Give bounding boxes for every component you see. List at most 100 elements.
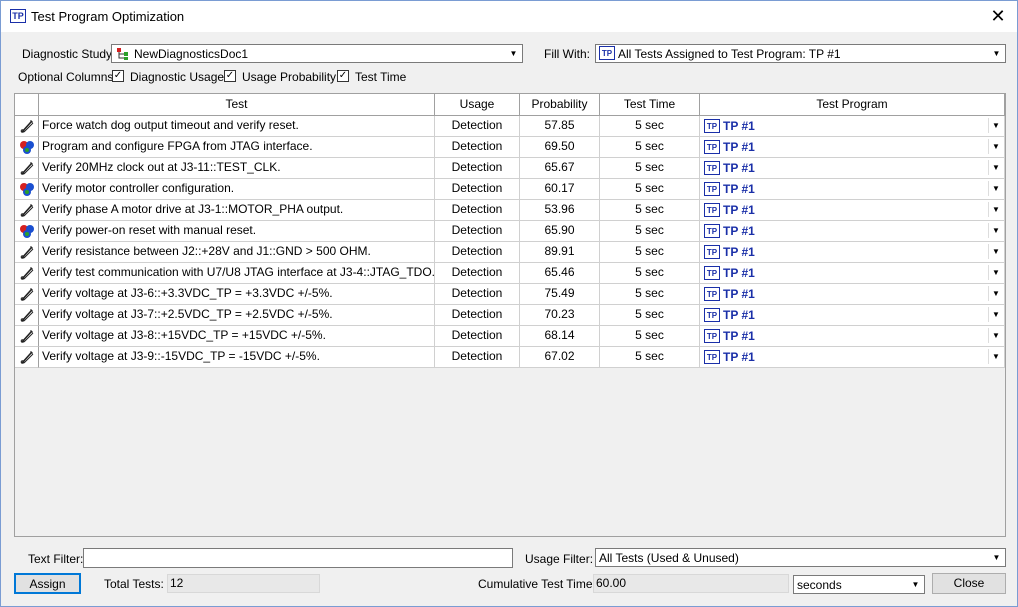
chevron-down-icon[interactable]: ▼ [988,265,1003,280]
probability-cell[interactable]: 57.85 [520,116,600,137]
test-time-checkbox[interactable]: ✓ [337,70,349,82]
probability-cell[interactable]: 70.23 [520,305,600,326]
test-cell[interactable]: Program and configure FPGA from JTAG int… [39,137,435,158]
usage-cell[interactable]: Detection [435,116,520,137]
test-cell[interactable]: Verify power-on reset with manual reset. [39,221,435,242]
column-header-usage[interactable]: Usage [435,94,520,116]
test-program-select[interactable]: TP TP #1 ▼ [700,200,1005,221]
test-program-select[interactable]: TP TP #1 ▼ [700,116,1005,137]
probability-cell[interactable]: 68.14 [520,326,600,347]
probability-cell[interactable]: 65.67 [520,158,600,179]
test-cell[interactable]: Verify voltage at J3-8::+15VDC_TP = +15V… [39,326,435,347]
table-row[interactable]: Verify voltage at J3-7::+2.5VDC_TP = +2.… [15,305,1005,326]
fill-with-select[interactable]: TP All Tests Assigned to Test Program: T… [595,44,1006,63]
chevron-down-icon[interactable]: ▼ [988,286,1003,301]
chevron-down-icon[interactable]: ▼ [988,160,1003,175]
probability-cell[interactable]: 89.91 [520,242,600,263]
time-unit-select[interactable]: seconds ▼ [793,575,925,594]
probability-cell[interactable]: 65.46 [520,263,600,284]
test-program-select[interactable]: TP TP #1 ▼ [700,305,1005,326]
chevron-down-icon[interactable]: ▼ [988,118,1003,133]
usage-cell[interactable]: Detection [435,263,520,284]
text-filter-input[interactable] [83,548,513,568]
probability-cell[interactable]: 60.17 [520,179,600,200]
table-row[interactable]: Verify voltage at J3-8::+15VDC_TP = +15V… [15,326,1005,347]
test-program-select[interactable]: TP TP #1 ▼ [700,326,1005,347]
probability-cell[interactable]: 69.50 [520,137,600,158]
usage-cell[interactable]: Detection [435,158,520,179]
table-row[interactable]: Verify resistance between J2::+28V and J… [15,242,1005,263]
test-cell[interactable]: Verify resistance between J2::+28V and J… [39,242,435,263]
test-cell[interactable]: Verify motor controller configuration. [39,179,435,200]
usage-cell[interactable]: Detection [435,200,520,221]
chevron-down-icon[interactable]: ▼ [988,349,1003,364]
test-time-cell[interactable]: 5 sec [600,179,700,200]
usage-cell[interactable]: Detection [435,284,520,305]
chevron-down-icon[interactable]: ▼ [988,202,1003,217]
test-program-select[interactable]: TP TP #1 ▼ [700,158,1005,179]
test-cell[interactable]: Verify phase A motor drive at J3-1::MOTO… [39,200,435,221]
chevron-down-icon[interactable]: ▼ [506,46,521,61]
table-row[interactable]: Force watch dog output timeout and verif… [15,116,1005,137]
table-row[interactable]: Program and configure FPGA from JTAG int… [15,137,1005,158]
usage-cell[interactable]: Detection [435,137,520,158]
usage-probability-checkbox[interactable]: ✓ [224,70,236,82]
diagnostic-usage-checkbox[interactable]: ✓ [112,70,124,82]
usage-cell[interactable]: Detection [435,221,520,242]
test-cell[interactable]: Verify 20MHz clock out at J3-11::TEST_CL… [39,158,435,179]
usage-cell[interactable]: Detection [435,179,520,200]
test-time-cell[interactable]: 5 sec [600,284,700,305]
probability-cell[interactable]: 53.96 [520,200,600,221]
usage-cell[interactable]: Detection [435,347,520,368]
probability-cell[interactable]: 67.02 [520,347,600,368]
diagnostic-study-select[interactable]: NewDiagnosticsDoc1 ▼ [111,44,523,63]
close-window-icon[interactable]: ✕ [987,5,1009,27]
chevron-down-icon[interactable]: ▼ [908,577,923,592]
assign-button[interactable]: Assign [14,573,81,594]
probability-cell[interactable]: 75.49 [520,284,600,305]
test-cell[interactable]: Verify test communication with U7/U8 JTA… [39,263,435,284]
test-cell[interactable]: Verify voltage at J3-7::+2.5VDC_TP = +2.… [39,305,435,326]
column-header-probability[interactable]: Probability [520,94,600,116]
chevron-down-icon[interactable]: ▼ [988,328,1003,343]
test-time-cell[interactable]: 5 sec [600,137,700,158]
test-time-cell[interactable]: 5 sec [600,263,700,284]
usage-cell[interactable]: Detection [435,242,520,263]
test-program-select[interactable]: TP TP #1 ▼ [700,242,1005,263]
test-program-select[interactable]: TP TP #1 ▼ [700,137,1005,158]
usage-cell[interactable]: Detection [435,305,520,326]
table-row[interactable]: Verify motor controller configuration. De… [15,179,1005,200]
test-cell[interactable]: Force watch dog output timeout and verif… [39,116,435,137]
test-time-cell[interactable]: 5 sec [600,158,700,179]
chevron-down-icon[interactable]: ▼ [988,244,1003,259]
test-program-select[interactable]: TP TP #1 ▼ [700,284,1005,305]
test-time-cell[interactable]: 5 sec [600,116,700,137]
usage-filter-select[interactable]: All Tests (Used & Unused) ▼ [595,548,1006,567]
test-program-select[interactable]: TP TP #1 ▼ [700,221,1005,242]
test-time-cell[interactable]: 5 sec [600,242,700,263]
chevron-down-icon[interactable]: ▼ [988,139,1003,154]
close-button[interactable]: Close [932,573,1006,594]
test-time-cell[interactable]: 5 sec [600,305,700,326]
usage-cell[interactable]: Detection [435,326,520,347]
test-program-select[interactable]: TP TP #1 ▼ [700,263,1005,284]
chevron-down-icon[interactable]: ▼ [988,307,1003,322]
probability-cell[interactable]: 65.90 [520,221,600,242]
test-time-cell[interactable]: 5 sec [600,221,700,242]
column-header-test-time[interactable]: Test Time [600,94,700,116]
table-row[interactable]: Verify 20MHz clock out at J3-11::TEST_CL… [15,158,1005,179]
table-row[interactable]: Verify voltage at J3-6::+3.3VDC_TP = +3.… [15,284,1005,305]
chevron-down-icon[interactable]: ▼ [988,223,1003,238]
test-cell[interactable]: Verify voltage at J3-6::+3.3VDC_TP = +3.… [39,284,435,305]
table-row[interactable]: Verify test communication with U7/U8 JTA… [15,263,1005,284]
chevron-down-icon[interactable]: ▼ [989,46,1004,61]
column-header-test[interactable]: Test [39,94,435,116]
table-row[interactable]: Verify voltage at J3-9::-15VDC_TP = -15V… [15,347,1005,368]
test-program-select[interactable]: TP TP #1 ▼ [700,179,1005,200]
test-time-cell[interactable]: 5 sec [600,200,700,221]
table-row[interactable]: Verify power-on reset with manual reset.… [15,221,1005,242]
test-time-cell[interactable]: 5 sec [600,326,700,347]
table-row[interactable]: Verify phase A motor drive at J3-1::MOTO… [15,200,1005,221]
test-cell[interactable]: Verify voltage at J3-9::-15VDC_TP = -15V… [39,347,435,368]
chevron-down-icon[interactable]: ▼ [989,550,1004,565]
